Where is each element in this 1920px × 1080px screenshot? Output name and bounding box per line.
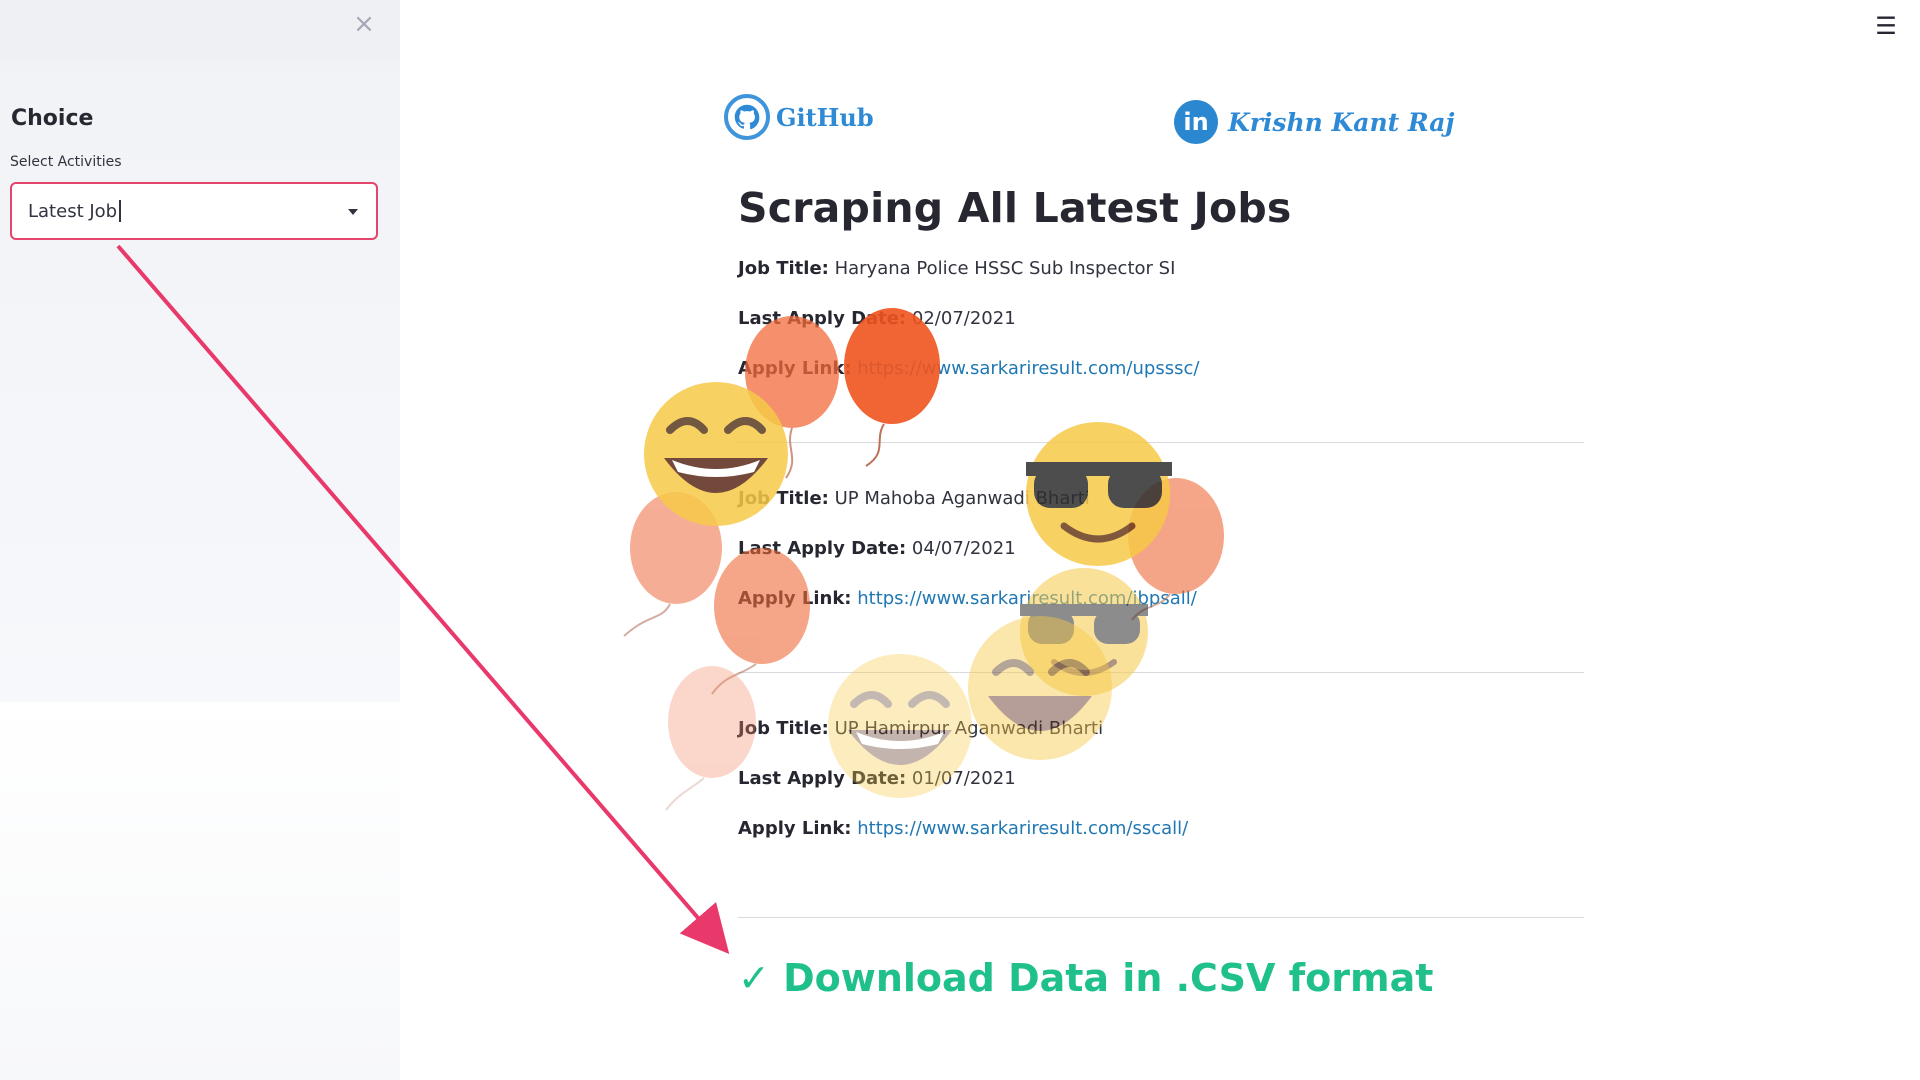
linkedin-icon: in: [1174, 100, 1218, 144]
last-apply-line: Last Apply Date: 04/07/2021: [738, 538, 1588, 588]
job-divider: [738, 917, 1584, 918]
linkedin-badge-text: Krishn Kant Raj: [1228, 107, 1455, 137]
job-item: Job Title: UP Hamirpur Aganwadi Bharti L…: [738, 718, 1588, 868]
job-title-label: Job Title:: [738, 718, 829, 739]
job-divider: [738, 442, 1584, 443]
job-title-value: UP Hamirpur Aganwadi Bharti: [834, 718, 1104, 739]
last-apply-line: Last Apply Date: 02/07/2021: [738, 308, 1588, 358]
github-badge-text: GitHub: [776, 102, 874, 132]
select-activities-value: Latest Job: [28, 200, 118, 222]
apply-link-label: Apply Link:: [738, 588, 852, 609]
apply-link-label: Apply Link:: [738, 358, 852, 379]
apply-link[interactable]: https://www.sarkariresult.com/upsssc/: [857, 358, 1199, 379]
job-item: Job Title: UP Mahoba Aganwadi Bharti Las…: [738, 488, 1588, 638]
github-icon: [724, 94, 770, 140]
last-apply-label: Last Apply Date:: [738, 308, 907, 329]
sidebar: × Choice Select Activities Latest Job: [0, 0, 400, 1080]
hamburger-menu-icon[interactable]: ☰: [1874, 14, 1898, 38]
job-title-label: Job Title:: [738, 488, 829, 509]
apply-link-line: Apply Link: https://www.sarkariresult.co…: [738, 588, 1588, 638]
select-activities-dropdown[interactable]: Latest Job: [10, 182, 378, 240]
github-badge-link[interactable]: GitHub: [724, 94, 874, 140]
job-title-line: Job Title: Haryana Police HSSC Sub Inspe…: [738, 258, 1588, 308]
last-apply-label: Last Apply Date:: [738, 538, 907, 559]
job-item: Job Title: Haryana Police HSSC Sub Inspe…: [738, 258, 1588, 408]
balloon-icon: [623, 492, 722, 637]
text-cursor: [119, 200, 122, 222]
sidebar-heading: Choice: [11, 106, 94, 131]
job-divider: [738, 672, 1584, 673]
last-apply-value: 01/07/2021: [911, 768, 1016, 789]
apply-link-line: Apply Link: https://www.sarkariresult.co…: [738, 818, 1588, 868]
job-title-value: Haryana Police HSSC Sub Inspector SI: [834, 258, 1176, 279]
last-apply-value: 02/07/2021: [911, 308, 1016, 329]
last-apply-line: Last Apply Date: 01/07/2021: [738, 768, 1588, 818]
sidebar-header: [0, 0, 400, 60]
job-title-line: Job Title: UP Mahoba Aganwadi Bharti: [738, 488, 1588, 538]
last-apply-label: Last Apply Date:: [738, 768, 907, 789]
select-activities-label: Select Activities: [10, 154, 122, 170]
last-apply-value: 04/07/2021: [911, 538, 1016, 559]
linkedin-badge-link[interactable]: in Krishn Kant Raj: [1174, 100, 1454, 144]
apply-link-line: Apply Link: https://www.sarkariresult.co…: [738, 358, 1588, 408]
job-title-value: UP Mahoba Aganwadi Bharti: [834, 488, 1090, 509]
job-title-label: Job Title:: [738, 258, 829, 279]
apply-link-label: Apply Link:: [738, 818, 852, 839]
apply-link[interactable]: https://www.sarkariresult.com/sscall/: [857, 818, 1188, 839]
download-csv-link[interactable]: ✓ Download Data in .CSV format: [738, 956, 1433, 1000]
page-title: Scraping All Latest Jobs: [738, 184, 1292, 232]
apply-link[interactable]: https://www.sarkariresult.com/ibpsall/: [857, 588, 1197, 609]
chevron-down-icon[interactable]: [348, 209, 358, 215]
close-icon[interactable]: ×: [350, 10, 378, 38]
job-title-line: Job Title: UP Hamirpur Aganwadi Bharti: [738, 718, 1588, 768]
